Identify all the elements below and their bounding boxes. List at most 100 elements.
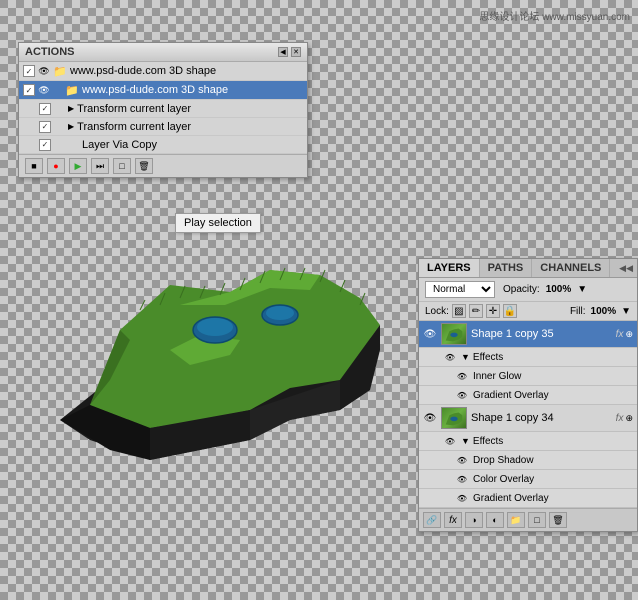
layers-blend-row: Normal Multiply Screen Opacity: 100% ▼ [419, 278, 637, 302]
actions-stop-btn[interactable]: ■ [25, 158, 43, 174]
add-adjustment-btn[interactable]: ◐ [486, 512, 504, 528]
actions-eye-1[interactable]: 👁 [38, 65, 50, 77]
delete-layer-btn[interactable]: 🗑 [549, 512, 567, 528]
watermark: 思缘设计论坛 www.missyuan.com [479, 8, 630, 23]
actions-row-text-5: Layer Via Copy [82, 139, 157, 151]
effects-header-34[interactable]: 👁 ▼ Effects [419, 432, 637, 451]
effects-triangle-34: ▼ [461, 436, 470, 446]
actions-record-btn[interactable]: ● [47, 158, 65, 174]
fill-label: Fill: [570, 306, 586, 317]
panel-collapse-indicator: ◀◀ [619, 259, 637, 277]
tab-paths[interactable]: PATHS [480, 259, 533, 277]
color-overlay-eye-34[interactable]: 👁 [455, 472, 469, 486]
layers-tabs: LAYERS PATHS CHANNELS ◀◀ [419, 259, 637, 278]
actions-folder-icon-1: 📁 [53, 64, 67, 78]
actions-triangle-4: ▶ [68, 122, 74, 131]
lock-label: Lock: [425, 306, 449, 317]
add-mask-btn[interactable]: ◑ [465, 512, 483, 528]
gradient-eye-34[interactable]: 👁 [455, 491, 469, 505]
actions-forward-btn[interactable]: ⏭ [91, 158, 109, 174]
actions-row-3[interactable]: ▶ Transform current layer [19, 100, 307, 118]
gradient-eye-35[interactable]: 👁 [455, 388, 469, 402]
effect-inner-glow-35[interactable]: 👁 Inner Glow [419, 367, 637, 386]
actions-toolbar: ■ ● ▶ ⏭ □ 🗑 [19, 154, 307, 177]
effects-header-35[interactable]: 👁 ▼ Effects [419, 348, 637, 367]
layers-panel: LAYERS PATHS CHANNELS ◀◀ Normal Multiply… [418, 258, 638, 532]
actions-panel-title: ACTIONS [25, 46, 75, 58]
effect-color-overlay-34[interactable]: 👁 Color Overlay [419, 470, 637, 489]
actions-row-text-1: www.psd-dude.com 3D shape [70, 65, 216, 77]
effects-label-34: Effects [473, 436, 503, 447]
layer-row-shape34[interactable]: 👁 Shape 1 copy 34 fx ⊕ [419, 405, 637, 432]
actions-check-5[interactable] [39, 139, 51, 151]
actions-delete-btn[interactable]: 🗑 [135, 158, 153, 174]
gradient-overlay-label-34: Gradient Overlay [473, 493, 549, 504]
layer-name-35: Shape 1 copy 35 [471, 328, 612, 340]
layer-name-34: Shape 1 copy 34 [471, 412, 612, 424]
blend-mode-select[interactable]: Normal Multiply Screen [425, 281, 495, 298]
effects-label-35: Effects [473, 352, 503, 363]
actions-play-btn[interactable]: ▶ [69, 158, 87, 174]
layers-bottom-bar: 🔗 fx ◑ ◐ 📁 □ 🗑 [419, 508, 637, 531]
actions-collapse-btn[interactable]: ◀ [278, 47, 288, 57]
actions-check-2[interactable] [23, 84, 35, 96]
lock-image-icon[interactable]: ✏ [469, 304, 483, 318]
effects-triangle-35: ▼ [461, 352, 470, 362]
layer-options-35[interactable]: ⊕ [625, 329, 633, 340]
opacity-value: 100% [546, 284, 572, 295]
inner-glow-eye-35[interactable]: 👁 [455, 369, 469, 383]
actions-row-2[interactable]: 👁 📁 www.psd-dude.com 3D shape [19, 81, 307, 100]
grass-shape-canvas [30, 210, 410, 490]
layer-eye-34[interactable]: 👁 [423, 411, 437, 425]
new-layer-btn[interactable]: □ [528, 512, 546, 528]
lock-fill-row: Lock: ▨ ✏ ✛ 🔒 Fill: 100% ▼ [419, 302, 637, 321]
lock-position-icon[interactable]: ✛ [486, 304, 500, 318]
actions-row-5[interactable]: Layer Via Copy [19, 136, 307, 154]
layer-eye-35[interactable]: 👁 [423, 327, 437, 341]
layer-options-34[interactable]: ⊕ [625, 413, 633, 424]
new-group-btn[interactable]: 📁 [507, 512, 525, 528]
play-selection-button[interactable]: Play selection [175, 213, 261, 233]
color-overlay-label-34: Color Overlay [473, 474, 534, 485]
layer-fx-35: fx [616, 329, 624, 340]
inner-glow-label-35: Inner Glow [473, 371, 521, 382]
actions-close-btn[interactable]: ✕ [291, 47, 301, 57]
effects-eye-34[interactable]: 👁 [443, 434, 457, 448]
fill-arrow[interactable]: ▼ [621, 306, 631, 317]
effects-eye-35[interactable]: 👁 [443, 350, 457, 364]
lock-transparent-icon[interactable]: ▨ [452, 304, 466, 318]
layer-row-shape35[interactable]: 👁 Shape 1 copy 35 fx ⊕ [419, 321, 637, 348]
actions-check-3[interactable] [39, 103, 51, 115]
actions-triangle-3: ▶ [68, 104, 74, 113]
tab-channels[interactable]: CHANNELS [532, 259, 610, 277]
effect-gradient-overlay-35[interactable]: 👁 Gradient Overlay [419, 386, 637, 405]
actions-new-btn[interactable]: □ [113, 158, 131, 174]
tab-layers[interactable]: LAYERS [419, 259, 480, 277]
opacity-arrow[interactable]: ▼ [577, 284, 587, 295]
gradient-label-35: Gradient Overlay [473, 390, 549, 401]
actions-eye-2[interactable]: 👁 [38, 84, 50, 96]
layer-thumb-35 [441, 323, 467, 345]
drop-shadow-label-34: Drop Shadow [473, 455, 534, 466]
opacity-label: Opacity: [503, 284, 540, 295]
add-fx-btn[interactable]: fx [444, 512, 462, 528]
actions-check-4[interactable] [39, 121, 51, 133]
layer-thumb-34 [441, 407, 467, 429]
lock-all-icon[interactable]: 🔒 [503, 304, 517, 318]
fill-value: 100% [591, 306, 617, 317]
actions-row-text-2: www.psd-dude.com 3D shape [82, 84, 228, 96]
effect-gradient-overlay-34[interactable]: 👁 Gradient Overlay [419, 489, 637, 508]
actions-panel: ACTIONS ◀ ✕ 👁 📁 www.psd-dude.com 3D shap… [18, 42, 308, 178]
drop-shadow-eye-34[interactable]: 👁 [455, 453, 469, 467]
actions-row-4[interactable]: ▶ Transform current layer [19, 118, 307, 136]
actions-row-text-4: Transform current layer [77, 121, 191, 133]
actions-panel-titlebar: ACTIONS ◀ ✕ [19, 43, 307, 62]
actions-check-1[interactable] [23, 65, 35, 77]
actions-row-1[interactable]: 👁 📁 www.psd-dude.com 3D shape [19, 62, 307, 81]
link-layers-btn[interactable]: 🔗 [423, 512, 441, 528]
layer-fx-34: fx [616, 413, 624, 424]
actions-folder-icon-2: 📁 [65, 83, 79, 97]
actions-row-text-3: Transform current layer [77, 103, 191, 115]
effect-drop-shadow-34[interactable]: 👁 Drop Shadow [419, 451, 637, 470]
actions-panel-controls: ◀ ✕ [278, 47, 301, 57]
